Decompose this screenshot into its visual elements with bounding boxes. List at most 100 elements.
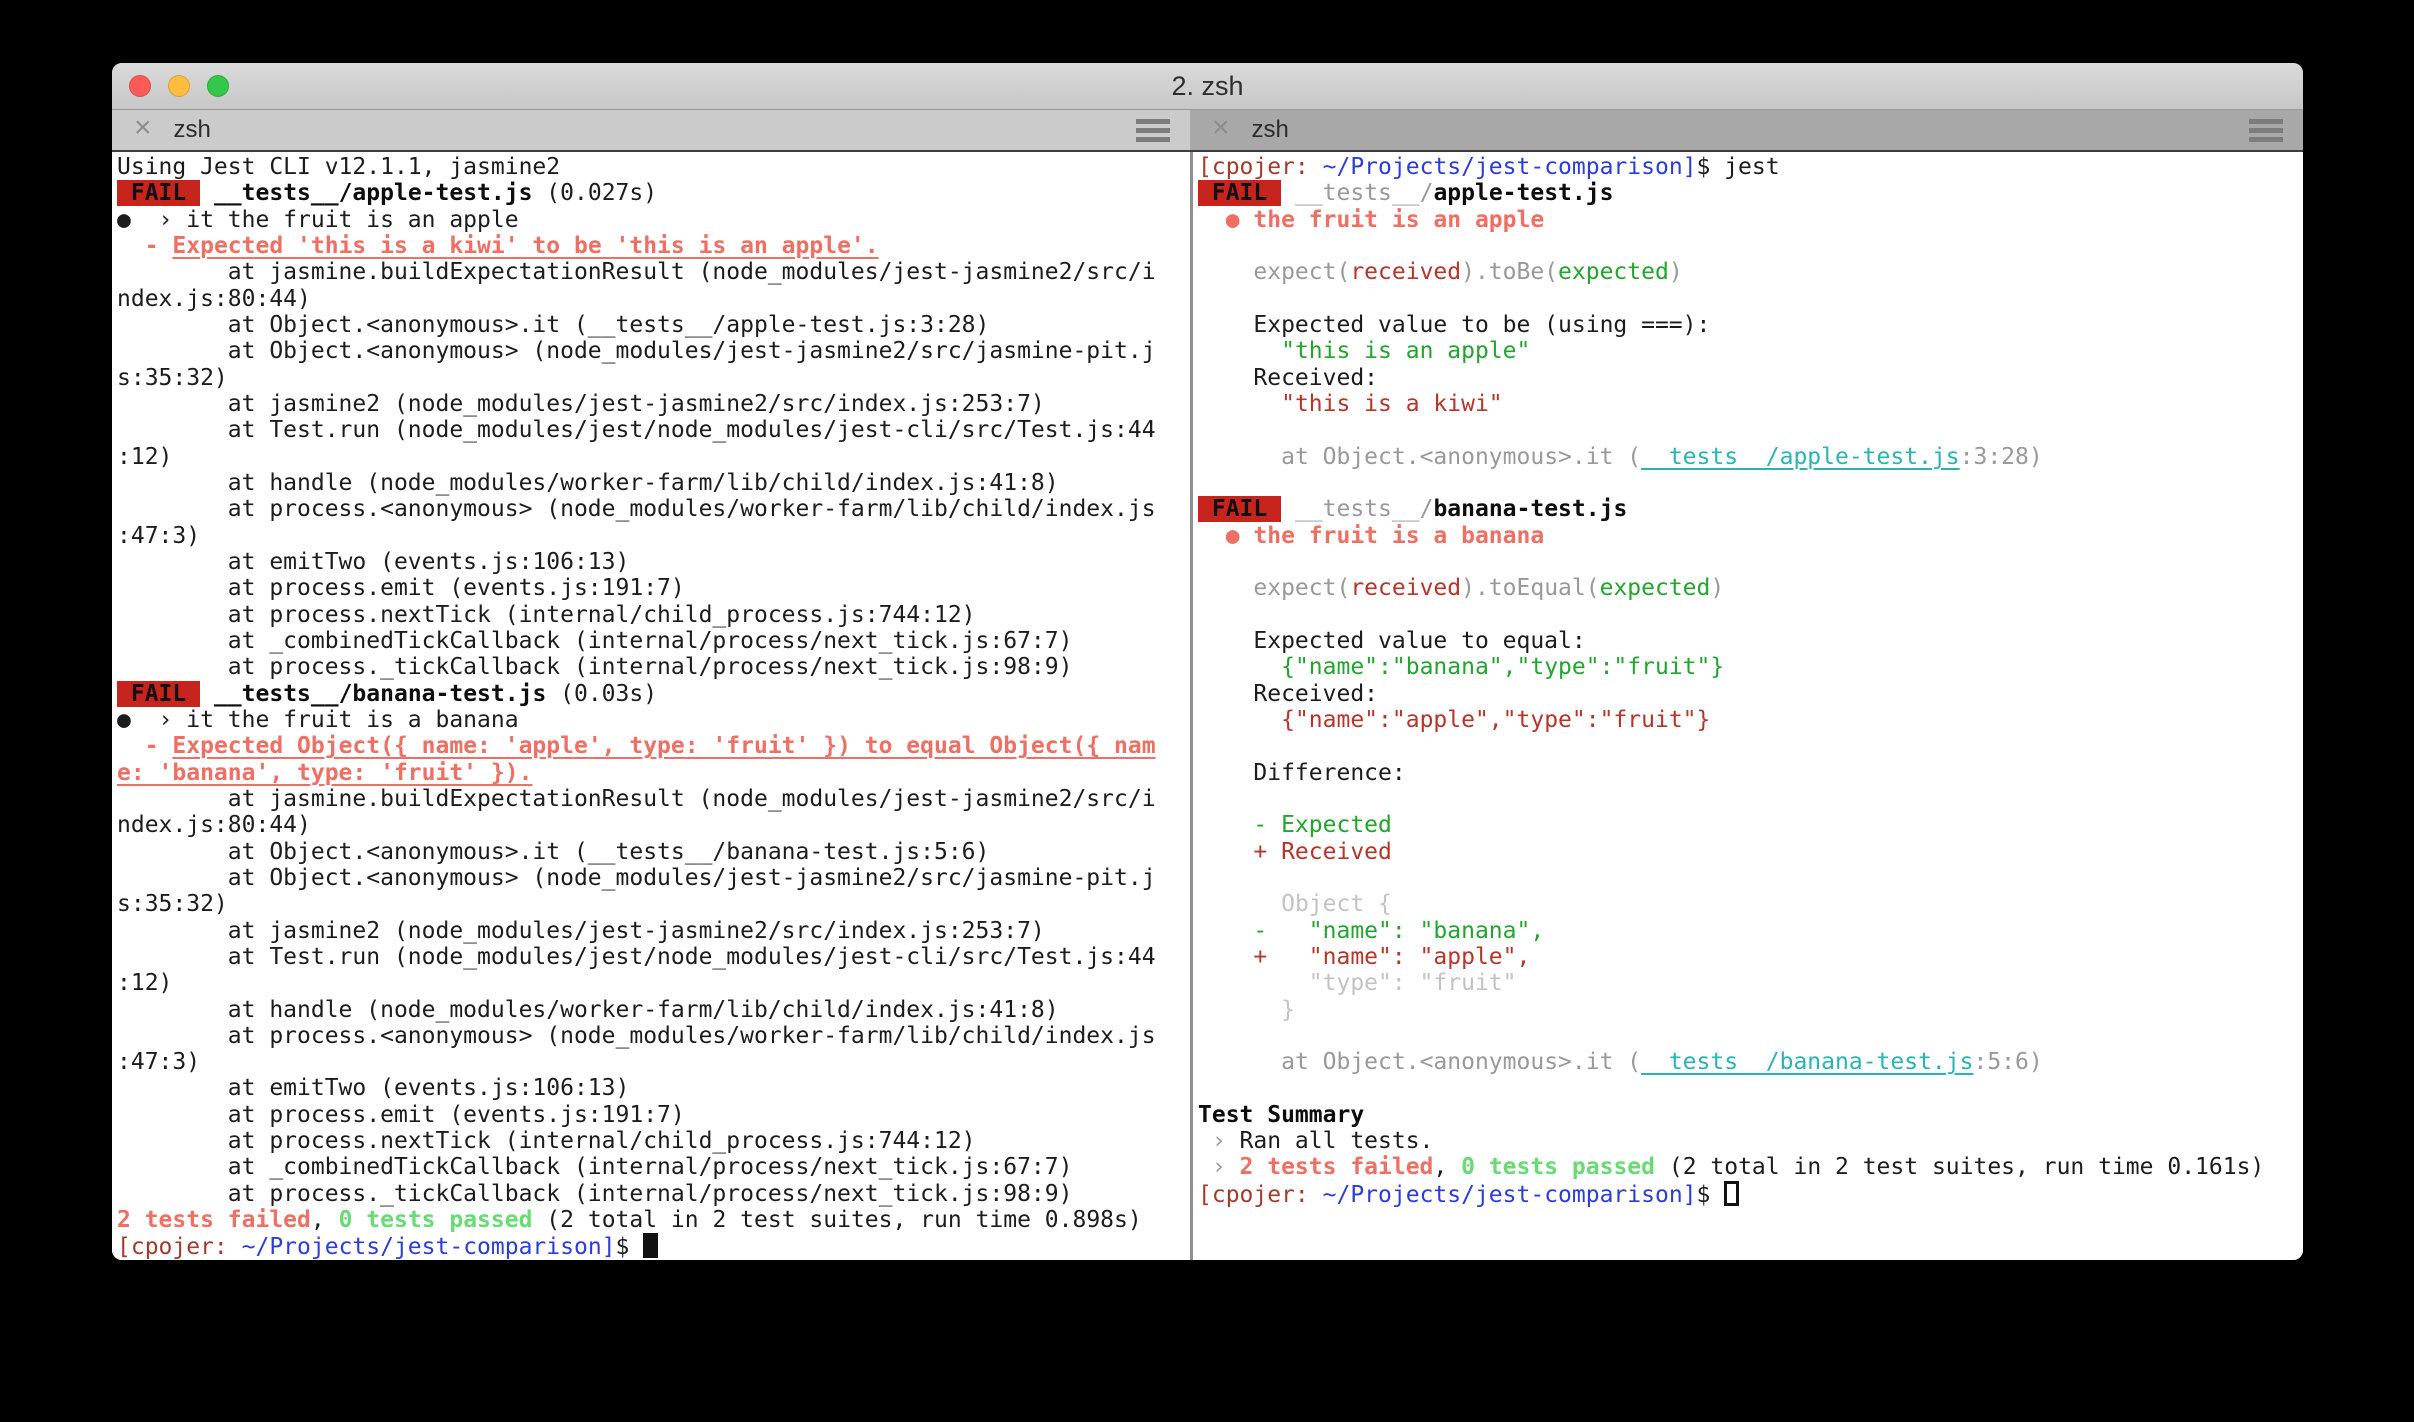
terminal-line: at Object.<anonymous>.it (__tests__/bana… bbox=[117, 838, 990, 865]
terminal-line: at jasmine.buildExpectationResult (node_… bbox=[117, 259, 1156, 286]
terminal-line: ● › it the fruit is a banana bbox=[117, 706, 519, 733]
terminal-line: at Object.<anonymous> (node_modules/jest… bbox=[117, 338, 1156, 365]
left-pane-title-bar: × zsh bbox=[112, 110, 1190, 150]
terminal-line: at Object.<anonymous>.it (__tests__/appl… bbox=[1281, 443, 2043, 470]
terminal-line: Difference: bbox=[1198, 759, 1406, 786]
menu-icon[interactable] bbox=[2249, 118, 2283, 142]
terminal-line: at process.emit (events.js:191:7) bbox=[117, 575, 685, 602]
terminal-line: at process.emit (events.js:191:7) bbox=[117, 1101, 685, 1128]
terminal-line: at Object.<anonymous>.it (__tests__/bana… bbox=[1281, 1049, 2043, 1076]
terminal-line: at handle (node_modules/worker-farm/lib/… bbox=[117, 469, 1059, 496]
fail-badge: FAIL bbox=[1198, 496, 1282, 523]
terminal-line: at process._tickCallback (internal/proce… bbox=[117, 1180, 1073, 1207]
terminal-line: 2 tests failed, 0 tests passed (2 total … bbox=[117, 1207, 1142, 1234]
title-bar: 2. zsh bbox=[112, 63, 2303, 110]
terminal-content: Using Jest CLI v12.1.1, jasmine2 FAIL __… bbox=[112, 152, 2303, 1260]
terminal-line: {"name":"banana","type":"fruit"} bbox=[1281, 654, 1725, 681]
terminal-line: at Test.run (node_modules/jest/node_modu… bbox=[117, 417, 1156, 444]
traffic-lights bbox=[129, 63, 229, 109]
terminal-line: ● › it the fruit is an apple bbox=[117, 206, 519, 233]
fail-badge: FAIL bbox=[117, 680, 201, 707]
terminal-line: + "name": "apple", bbox=[1253, 943, 1531, 970]
terminal-line: Test Summary bbox=[1198, 1101, 1365, 1128]
terminal-line: [cpojer: ~/Projects/jest-comparison]$ je… bbox=[1198, 154, 1780, 180]
terminal-line: at process.nextTick (internal/child_proc… bbox=[117, 601, 976, 628]
terminal-line: ndex.js:80:44) bbox=[117, 285, 311, 312]
terminal-line: ndex.js:80:44) bbox=[117, 812, 311, 839]
terminal-line: at Object.<anonymous>.it (__tests__/appl… bbox=[117, 311, 990, 338]
terminal-line: expect(received).toEqual(expected) bbox=[1253, 575, 1725, 602]
terminal-line: at process.nextTick (internal/child_proc… bbox=[117, 1128, 976, 1155]
terminal-line: at process.<anonymous> (node_modules/wor… bbox=[117, 496, 1156, 523]
terminal-line: at jasmine.buildExpectationResult (node_… bbox=[117, 785, 1156, 812]
terminal-line: Expected value to be (using ===): bbox=[1198, 311, 1711, 338]
terminal-line: at _combinedTickCallback (internal/proce… bbox=[117, 627, 1073, 654]
left-terminal-pane[interactable]: Using Jest CLI v12.1.1, jasmine2 FAIL __… bbox=[112, 152, 1190, 1260]
minimize-window-button[interactable] bbox=[168, 75, 190, 97]
terminal-line: at emitTwo (events.js:106:13) bbox=[117, 1075, 630, 1102]
terminal-line: :12) bbox=[117, 443, 173, 470]
terminal-line: at Test.run (node_modules/jest/node_modu… bbox=[117, 943, 1156, 970]
terminal-line: FAIL __tests__/banana-test.js bbox=[1198, 496, 1628, 523]
terminal-line: at jasmine2 (node_modules/jest-jasmine2/… bbox=[117, 917, 1045, 944]
terminal-line: › Ran all tests. bbox=[1198, 1128, 1434, 1155]
terminal-line: at handle (node_modules/worker-farm/lib/… bbox=[117, 996, 1059, 1023]
terminal-line: ● the fruit is a banana bbox=[1225, 522, 1545, 549]
close-window-button[interactable] bbox=[129, 75, 151, 97]
terminal-line: [cpojer: ~/Projects/jest-comparison]$ bbox=[1198, 1180, 2303, 1208]
terminal-line: - Expected 'this is a kiwi' to be 'this … bbox=[144, 232, 879, 259]
close-icon[interactable]: × bbox=[1212, 113, 1230, 143]
right-terminal-pane[interactable]: [cpojer: ~/Projects/jest-comparison]$ je… bbox=[1193, 152, 2303, 1260]
terminal-line: Received: bbox=[1198, 680, 1379, 707]
terminal-line: e: 'banana', type: 'fruit' }). bbox=[117, 759, 533, 786]
right-pane-session-label: zsh bbox=[1251, 116, 1289, 143]
terminal-line: at jasmine2 (node_modules/jest-jasmine2/… bbox=[117, 390, 1045, 417]
hollow-cursor bbox=[1724, 1180, 1740, 1206]
terminal-line: s:35:32) bbox=[117, 364, 228, 391]
terminal-line: - "name": "banana", bbox=[1253, 917, 1545, 944]
terminal-line: "this is an apple" bbox=[1281, 338, 1531, 365]
zoom-window-button[interactable] bbox=[207, 75, 229, 97]
terminal-line: at process.<anonymous> (node_modules/wor… bbox=[117, 1022, 1156, 1049]
close-icon[interactable]: × bbox=[134, 113, 152, 143]
terminal-line: [cpojer: ~/Projects/jest-comparison]$ bbox=[117, 1233, 1190, 1260]
terminal-window: 2. zsh × zsh × zsh Using Jest CLI v12.1.… bbox=[112, 63, 2303, 1260]
terminal-line: ● the fruit is an apple bbox=[1225, 206, 1545, 233]
terminal-line: › 2 tests failed, 0 tests passed (2 tota… bbox=[1198, 1154, 2265, 1181]
terminal-line: FAIL __tests__/apple-test.js (0.027s) bbox=[117, 180, 658, 207]
window-title: 2. zsh bbox=[1171, 70, 1244, 101]
terminal-line: + Received bbox=[1253, 838, 1392, 865]
terminal-line: {"name":"apple","type":"fruit"} bbox=[1281, 706, 1711, 733]
terminal-line: "this is a kiwi" bbox=[1281, 390, 1503, 417]
terminal-line: at emitTwo (events.js:106:13) bbox=[117, 548, 630, 575]
terminal-line: Using Jest CLI v12.1.1, jasmine2 bbox=[117, 154, 561, 180]
terminal-line: Expected value to equal: bbox=[1198, 627, 1586, 654]
right-pane-title-bar: × zsh bbox=[1190, 110, 2303, 150]
terminal-line: :47:3) bbox=[117, 522, 201, 549]
terminal-line: :12) bbox=[117, 970, 173, 997]
fail-badge: FAIL bbox=[1198, 180, 1282, 207]
terminal-line: at Object.<anonymous> (node_modules/jest… bbox=[117, 864, 1156, 891]
terminal-line: - Expected bbox=[1253, 812, 1392, 839]
fail-badge: FAIL bbox=[117, 180, 201, 207]
terminal-line: s:35:32) bbox=[117, 891, 228, 918]
terminal-line: FAIL __tests__/banana-test.js (0.03s) bbox=[117, 680, 658, 707]
terminal-line: expect(received).toBe(expected) bbox=[1253, 259, 1683, 286]
terminal-line: Received: bbox=[1198, 364, 1379, 391]
terminal-line: FAIL __tests__/apple-test.js bbox=[1198, 180, 1614, 207]
terminal-line: } bbox=[1281, 996, 1295, 1023]
menu-icon[interactable] bbox=[1136, 118, 1170, 142]
terminal-line: Object { bbox=[1281, 891, 1392, 918]
terminal-line: at process._tickCallback (internal/proce… bbox=[117, 654, 1073, 681]
